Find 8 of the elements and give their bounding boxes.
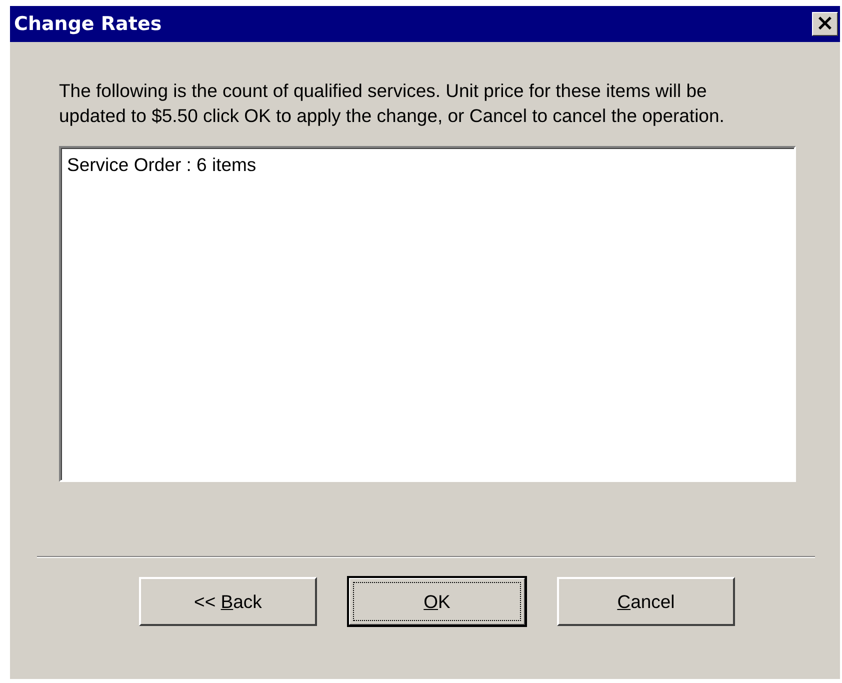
window-title: Change Rates [14, 13, 162, 35]
dialog-button[interactable]: OK [348, 577, 526, 626]
list-item[interactable]: Service Order : 6 items [67, 154, 788, 176]
dialog-button[interactable]: << Back [139, 577, 317, 626]
close-button[interactable]: × [812, 12, 838, 36]
message-text: The following is the count of qualified services. Unit price for these items will be updated to $5.50 click OK to apply the change, or Cancel to cancel the operation. [59, 79, 726, 128]
dialog-button[interactable]: Cancel [557, 577, 735, 626]
list-box[interactable]: Service Order : 6 items [59, 146, 796, 482]
